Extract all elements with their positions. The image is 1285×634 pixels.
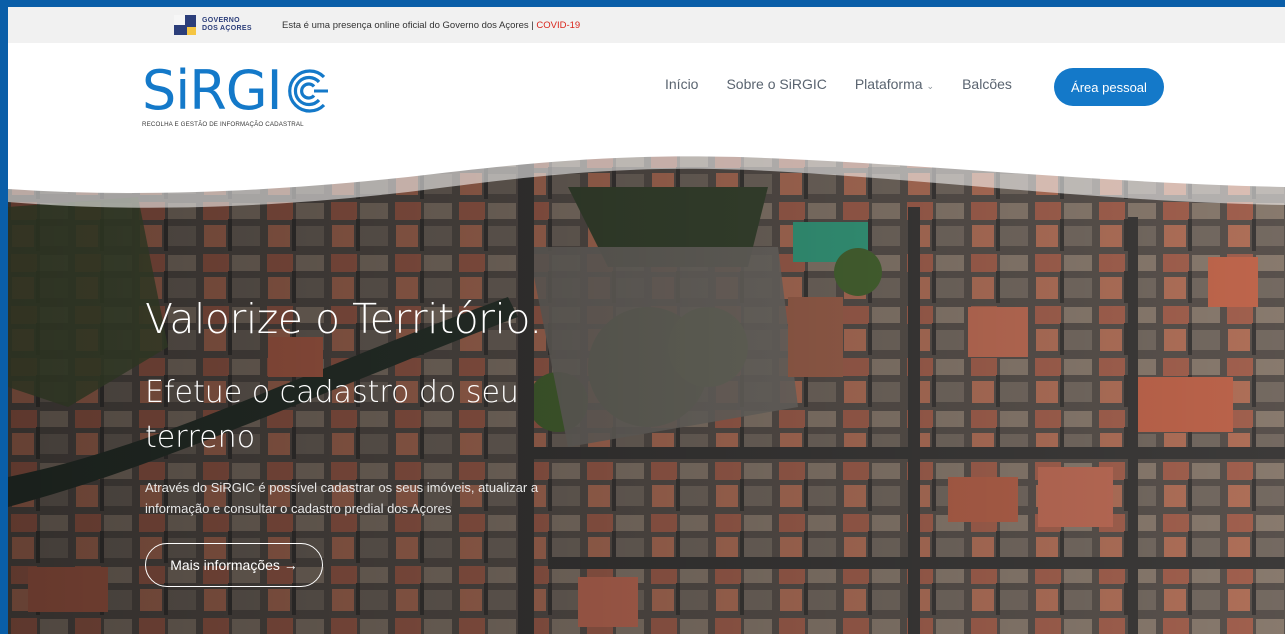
hero-paragraph: Através do SiRGIC é possível cadastrar o… — [145, 480, 539, 516]
logo-wordmark: SiRGI — [142, 59, 283, 122]
sirgic-logo[interactable]: SiRGI RECOLHA E GESTÃO DE INFORMAÇÃO CAD… — [142, 59, 332, 128]
governo-emblem-icon — [174, 15, 196, 35]
main-nav: Início Sobre o SiRGIC Plataforma ⌄ Balcõe… — [665, 76, 1040, 92]
official-presence-text: Esta é uma presença online oficial do Go… — [282, 20, 537, 31]
chevron-down-icon: ⌄ — [926, 81, 935, 91]
hero-section: Valorize o Território. Efetue o cadastro… — [8, 147, 1285, 634]
government-bar: GOVERNO DOS AÇORES Esta é uma presença o… — [8, 7, 1285, 43]
site-header: SiRGI RECOLHA E GESTÃO DE INFORMAÇÃO CAD… — [8, 43, 1285, 147]
hero-subtitle: Efetue o cadastro do seu terreno — [145, 375, 519, 455]
logo-tagline: RECOLHA E GESTÃO DE INFORMAÇÃO CADASTRAL — [142, 121, 304, 128]
nav-sobre[interactable]: Sobre o SiRGIC — [726, 76, 826, 92]
hero-title: Valorize o Território. — [145, 295, 542, 343]
official-presence-notice: Esta é uma presença online oficial do Go… — [282, 20, 580, 31]
nav-plataforma-label: Plataforma — [854, 76, 923, 92]
mais-informacoes-button[interactable]: Mais informações → — [145, 543, 323, 587]
browser-viewport: GOVERNO DOS AÇORES Esta é uma presença o… — [8, 7, 1285, 634]
gov-logo-line2: DOS AÇORES — [202, 25, 252, 32]
logo-c-icon — [287, 69, 328, 113]
area-pessoal-button[interactable]: Área pessoal — [1054, 68, 1164, 106]
governo-acores-logo[interactable]: GOVERNO DOS AÇORES — [174, 15, 252, 35]
nav-plataforma[interactable]: Plataforma ⌄ — [855, 76, 934, 92]
covid-link[interactable]: COVID-19 — [536, 20, 580, 31]
nav-inicio[interactable]: Início — [665, 76, 698, 92]
gov-logo-line1: GOVERNO — [202, 17, 240, 24]
nav-balcoes[interactable]: Balcões — [962, 76, 1012, 92]
